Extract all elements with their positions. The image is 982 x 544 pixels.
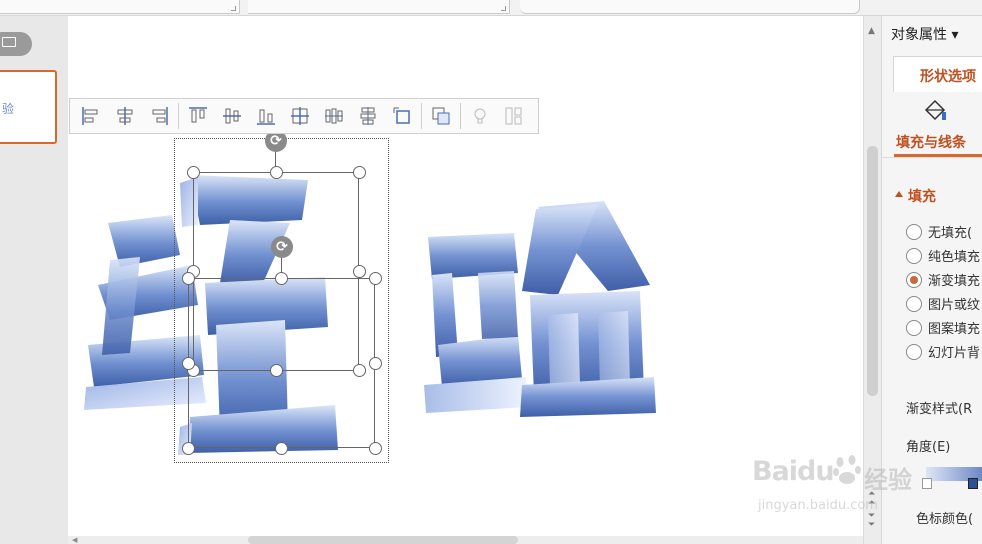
resize-handle[interactable] bbox=[369, 357, 382, 370]
watermark-url: jingyan.baidu.com bbox=[758, 498, 878, 513]
align-center-icon[interactable] bbox=[108, 101, 142, 131]
resize-handle[interactable] bbox=[369, 442, 382, 455]
align-right-icon[interactable] bbox=[142, 101, 176, 131]
chevron-down-icon: ▾ bbox=[951, 27, 959, 43]
radio-icon[interactable] bbox=[906, 343, 922, 360]
scroll-left-icon[interactable]: ◀ bbox=[72, 536, 77, 544]
resize-handle[interactable] bbox=[369, 272, 382, 285]
toolbar-separator bbox=[460, 103, 461, 129]
fit-canvas-icon[interactable] bbox=[385, 101, 419, 131]
resize-handle[interactable] bbox=[182, 442, 195, 455]
radio-slide-background-fill[interactable]: 幻灯片背 bbox=[906, 342, 980, 361]
radio-label: 纯色填充 bbox=[928, 250, 981, 265]
radio-pattern-fill[interactable]: 图案填充 bbox=[906, 318, 980, 337]
horizontal-scroll-thumb[interactable] bbox=[248, 536, 518, 544]
rotate-handle-icon[interactable]: ⟳ bbox=[271, 236, 293, 258]
screen-icon bbox=[2, 37, 16, 47]
radio-label: 渐变填充 bbox=[928, 274, 981, 289]
radio-no-fill[interactable]: 无填充( bbox=[906, 222, 972, 241]
divider bbox=[882, 157, 982, 158]
radio-label: 图片或纹 bbox=[928, 298, 981, 313]
thumbnail-glyph: 验 bbox=[2, 102, 15, 116]
distribute-horizontal-icon[interactable] bbox=[317, 101, 351, 131]
toolbar-separator bbox=[178, 103, 179, 129]
resize-handle[interactable] bbox=[353, 364, 366, 377]
align-middle-icon[interactable] bbox=[215, 101, 249, 131]
center-both-icon[interactable] bbox=[283, 101, 317, 131]
slide-thumbnail[interactable]: 验 bbox=[0, 70, 57, 144]
ribbon-field-2[interactable] bbox=[248, 0, 510, 14]
radio-picture-fill[interactable]: 图片或纹 bbox=[906, 294, 980, 313]
tab-shape-options-label: 形状选项 bbox=[920, 69, 976, 85]
resize-handle[interactable] bbox=[353, 166, 366, 179]
more-layout-icon[interactable] bbox=[497, 101, 531, 131]
radio-solid-fill[interactable]: 纯色填充 bbox=[906, 246, 980, 265]
paw-icon bbox=[833, 455, 861, 484]
resize-handle[interactable] bbox=[353, 265, 366, 278]
resize-handle[interactable] bbox=[187, 166, 200, 179]
watermark-brand: Baidu bbox=[752, 456, 835, 487]
fill-bucket-icon[interactable] bbox=[922, 98, 948, 124]
ribbon-field-3[interactable] bbox=[520, 0, 860, 14]
radio-label: 图案填充 bbox=[928, 322, 981, 337]
align-bottom-icon[interactable] bbox=[249, 101, 283, 131]
resize-handle[interactable] bbox=[182, 272, 195, 285]
top-ribbon-strip bbox=[0, 0, 982, 16]
view-toggle-button[interactable] bbox=[0, 32, 32, 56]
radio-icon[interactable] bbox=[906, 271, 922, 288]
radio-icon[interactable] bbox=[906, 295, 922, 312]
group-icon[interactable] bbox=[424, 101, 458, 131]
ribbon-field-1[interactable] bbox=[0, 0, 240, 14]
section-fill[interactable]: 填充 bbox=[908, 186, 936, 206]
gradient-stop-handle[interactable] bbox=[968, 478, 978, 489]
watermark-cn: 经验 bbox=[864, 466, 912, 494]
lightbulb-icon[interactable] bbox=[463, 101, 497, 131]
word-art-yan[interactable] bbox=[418, 195, 663, 425]
baidu-watermark: Baidu 经验 jingyan.baidu.com bbox=[752, 452, 952, 522]
tab-shape-options[interactable]: 形状选项 bbox=[893, 56, 982, 92]
radio-label: 幻灯片背 bbox=[928, 346, 981, 361]
align-top-icon[interactable] bbox=[181, 101, 215, 131]
resize-handle[interactable] bbox=[275, 442, 288, 455]
align-toolbar bbox=[69, 98, 539, 134]
slides-panel: 验 bbox=[0, 16, 68, 544]
selection-box-2[interactable] bbox=[188, 278, 375, 448]
collapse-triangle-icon[interactable] bbox=[895, 191, 903, 197]
subtab-fill-and-line[interactable]: 填充与线条 bbox=[896, 132, 966, 152]
resize-handle[interactable] bbox=[182, 357, 195, 370]
scroll-up-icon[interactable]: ▲ bbox=[868, 26, 875, 36]
gradient-style-label: 渐变样式(R bbox=[906, 402, 973, 417]
resize-handle[interactable] bbox=[270, 166, 283, 179]
radio-icon[interactable] bbox=[906, 247, 922, 264]
radio-icon[interactable] bbox=[906, 319, 922, 336]
vertical-scroll-thumb[interactable] bbox=[867, 146, 878, 396]
pane-title[interactable]: 对象属性 ▾ bbox=[891, 24, 958, 44]
toolbar-separator bbox=[421, 103, 422, 129]
resize-handle[interactable] bbox=[275, 272, 288, 285]
distribute-vertical-icon[interactable] bbox=[351, 101, 385, 131]
pane-title-text: 对象属性 bbox=[891, 27, 947, 43]
radio-gradient-fill[interactable]: 渐变填充 bbox=[906, 270, 980, 289]
radio-label: 无填充( bbox=[928, 226, 973, 241]
resize-handle[interactable] bbox=[270, 364, 283, 377]
align-left-icon[interactable] bbox=[74, 101, 108, 131]
radio-icon[interactable] bbox=[906, 223, 922, 240]
horizontal-scrollbar[interactable]: ◀ bbox=[68, 536, 863, 544]
